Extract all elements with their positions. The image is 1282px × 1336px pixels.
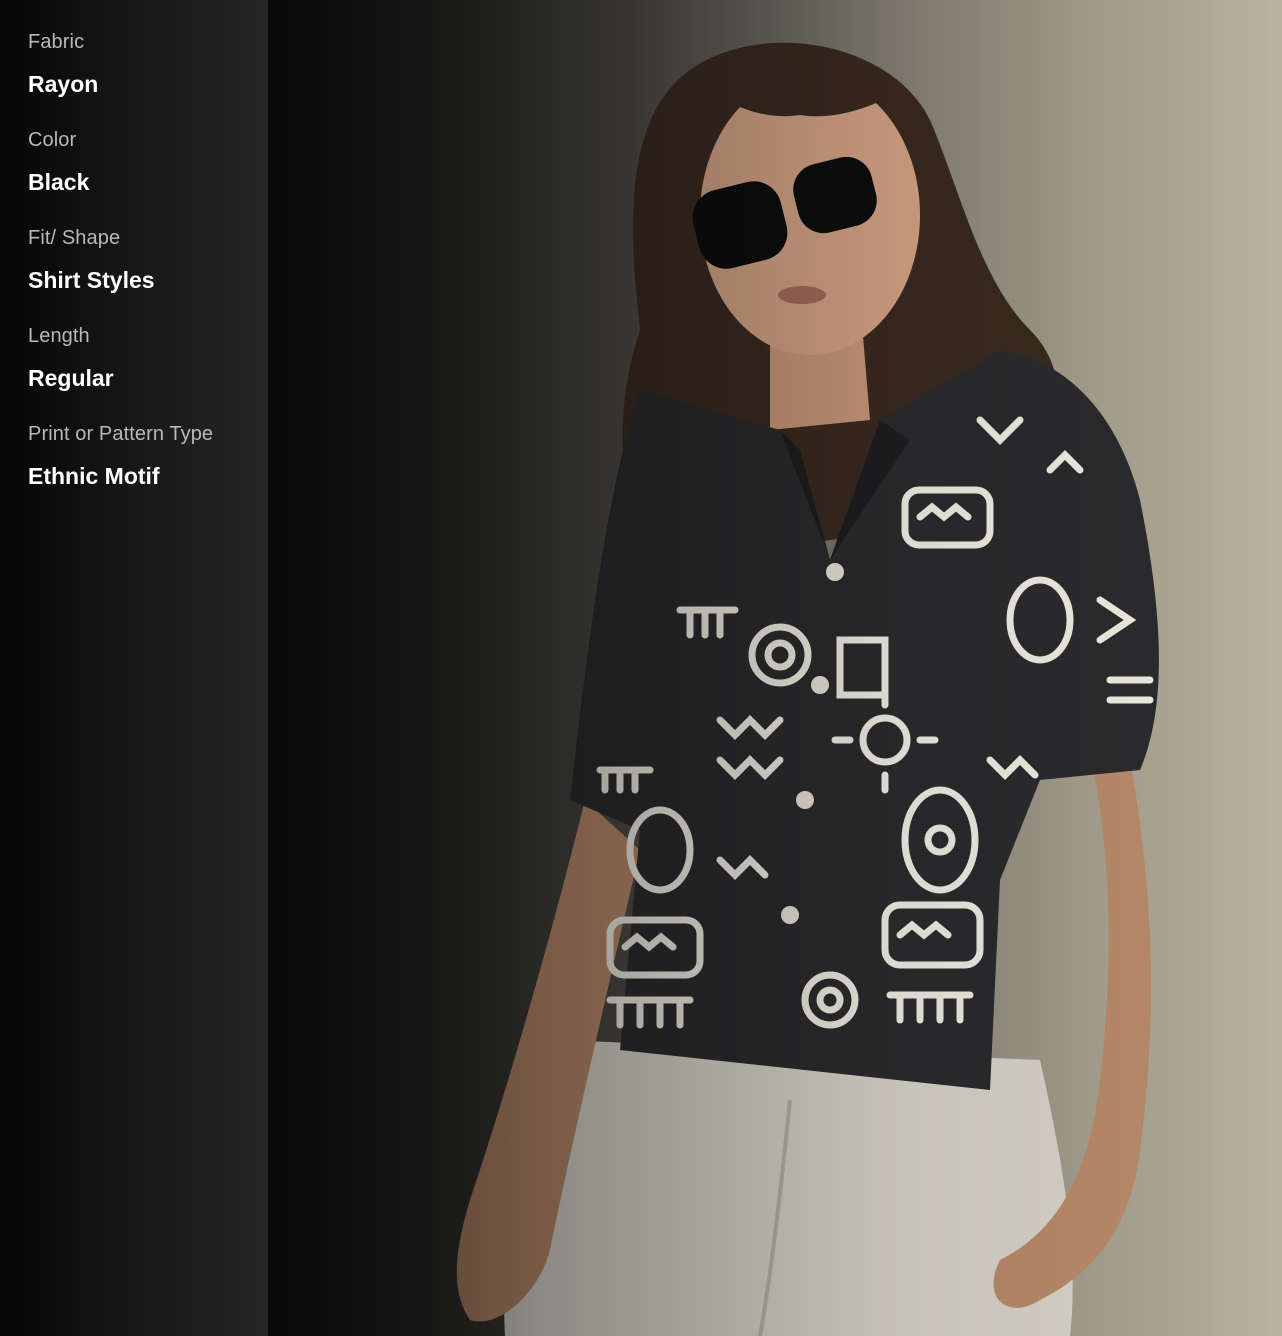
product-details-panel: Fabric Rayon Color Black Fit/ Shape Shir… [0, 0, 268, 1336]
attribute-label: Color [28, 129, 77, 151]
attribute-label: Length [28, 325, 90, 347]
attribute-value: Ethnic Motif [28, 463, 160, 489]
attribute-label: Fabric [28, 31, 85, 53]
attribute-value: Rayon [28, 71, 99, 97]
attribute-fit-shape: Fit/ Shape Shirt Styles [28, 224, 268, 296]
attribute-fabric: Fabric Rayon [28, 28, 268, 100]
attribute-value: Regular [28, 365, 114, 391]
attribute-length: Length Regular [28, 322, 268, 394]
attribute-print-pattern: Print or Pattern Type Ethnic Motif [28, 420, 268, 492]
attribute-label: Fit/ Shape [28, 227, 121, 249]
attribute-value: Black [28, 169, 90, 195]
product-attributes-overlay: Fabric Rayon Color Black Fit/ Shape Shir… [0, 0, 1282, 1336]
attribute-label: Print or Pattern Type [28, 423, 214, 445]
attribute-value: Shirt Styles [28, 267, 155, 293]
attribute-color: Color Black [28, 126, 268, 198]
